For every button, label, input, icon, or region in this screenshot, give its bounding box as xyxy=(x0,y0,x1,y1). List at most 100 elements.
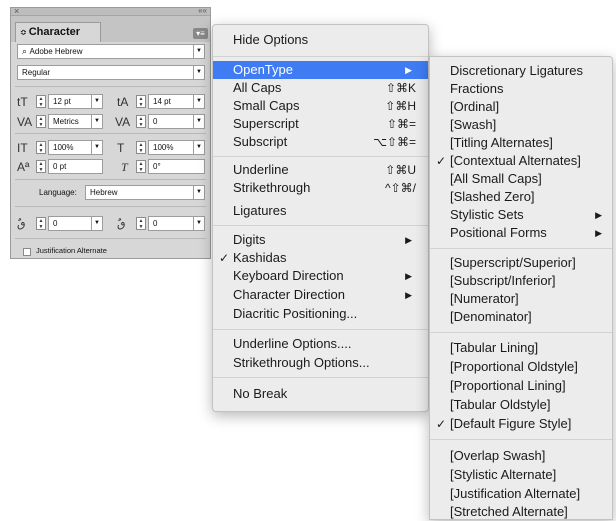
menu-item-kashidas[interactable]: ✓ Kashidas xyxy=(213,249,428,267)
menu-item-stretched-alternate[interactable]: [Stretched Alternate] xyxy=(430,503,612,521)
menu-item-ordinal[interactable]: [Ordinal] xyxy=(430,98,612,116)
menu-item-discretionary-ligatures[interactable]: Discretionary Ligatures xyxy=(430,62,612,80)
submenu-arrow-icon: ▶ xyxy=(405,271,412,281)
font-family-field[interactable]: ⌕ Adobe Hebrew ▼ xyxy=(17,44,205,59)
kerning-field[interactable]: Metrics ▼ xyxy=(48,114,103,129)
kerning-stepper[interactable]: ▲ ▼ xyxy=(36,115,46,128)
menu-item-opentype[interactable]: OpenType ▶ xyxy=(213,61,428,79)
menu-item-superscript[interactable]: Superscript ⇧⌘= xyxy=(213,115,428,133)
menu-item-label: [Subscript/Inferior] xyxy=(450,273,556,288)
chevron-down-icon[interactable]: ▼ xyxy=(91,141,102,154)
chevron-down-icon[interactable]: ▼ xyxy=(91,217,102,230)
leading-field[interactable]: 14 pt ▼ xyxy=(148,94,205,109)
menu-item-tabular-oldstyle[interactable]: [Tabular Oldstyle] xyxy=(430,396,612,414)
menu-item-fractions[interactable]: Fractions xyxy=(430,80,612,98)
chevron-down-icon[interactable]: ▼ xyxy=(193,115,204,128)
tracking-stepper[interactable]: ▲ ▼ xyxy=(136,115,146,128)
menu-item-shortcut: ⇧⌘= xyxy=(386,117,416,131)
leading-icon: tA xyxy=(117,95,129,109)
chevron-down-icon[interactable]: ▼ xyxy=(193,95,204,108)
menu-item-small-caps[interactable]: Small Caps ⇧⌘H xyxy=(213,97,428,115)
menu-item-underline[interactable]: Underline ⇧⌘U xyxy=(213,161,428,179)
close-panel-icon[interactable]: × xyxy=(14,6,19,16)
diacritic-x-field[interactable]: 0 ▼ xyxy=(48,216,103,231)
menu-item-shortcut: ⇧⌘U xyxy=(385,163,416,177)
skew-field[interactable]: 0° xyxy=(148,159,205,174)
menu-item-label: [Proportional Lining] xyxy=(450,378,566,393)
menu-item-overlap-swash[interactable]: [Overlap Swash] xyxy=(430,447,612,465)
menu-item-strikethrough-options[interactable]: Strikethrough Options... xyxy=(213,354,428,372)
menu-item-slashed-zero[interactable]: [Slashed Zero] xyxy=(430,188,612,206)
menu-item-tabular-lining[interactable]: [Tabular Lining] xyxy=(430,339,612,357)
menu-item-titling-alternates[interactable]: [Titling Alternates] xyxy=(430,134,612,152)
menu-item-superscript-superior[interactable]: [Superscript/Superior] xyxy=(430,254,612,272)
chevron-down-icon[interactable]: ▼ xyxy=(193,217,204,230)
chevron-down-icon[interactable]: ▼ xyxy=(193,141,204,154)
chevron-down-icon[interactable]: ▼ xyxy=(91,115,102,128)
vertical-scale-field[interactable]: 100% ▼ xyxy=(48,140,103,155)
diacritic-y-field[interactable]: 0 ▼ xyxy=(148,216,205,231)
menu-item-all-caps[interactable]: All Caps ⇧⌘K xyxy=(213,79,428,97)
submenu-arrow-icon: ▶ xyxy=(405,235,412,245)
chevron-down-icon[interactable]: ▼ xyxy=(91,95,102,108)
menu-item-swash[interactable]: [Swash] xyxy=(430,116,612,134)
horizontal-scale-stepper[interactable]: ▲ ▼ xyxy=(136,141,146,154)
menu-item-diacritic-positioning[interactable]: Diacritic Positioning... xyxy=(213,305,428,323)
skew-value: 0° xyxy=(153,162,161,171)
menu-item-justification-alternate[interactable]: [Justification Alternate] xyxy=(430,485,612,503)
menu-item-label: [Titling Alternates] xyxy=(450,135,553,150)
panel-menu-button[interactable]: ▾≡ xyxy=(193,28,208,39)
menu-item-numerator[interactable]: [Numerator] xyxy=(430,290,612,308)
language-field[interactable]: Hebrew ▼ xyxy=(85,185,205,200)
menu-item-label: [Proportional Oldstyle] xyxy=(450,359,578,374)
menu-item-label: [Stretched Alternate] xyxy=(450,504,568,519)
font-size-stepper[interactable]: ▲ ▼ xyxy=(36,95,46,108)
baseline-shift-stepper[interactable]: ▲ ▼ xyxy=(36,160,46,173)
baseline-shift-field[interactable]: 0 pt xyxy=(48,159,103,174)
menu-item-positional-forms[interactable]: Positional Forms ▶ xyxy=(430,224,612,242)
justification-alternate-checkbox[interactable] xyxy=(23,248,31,256)
menu-item-contextual-alternates[interactable]: ✓ [Contextual Alternates] xyxy=(430,152,612,170)
menu-item-ligatures[interactable]: Ligatures xyxy=(213,202,428,220)
chevron-down-icon[interactable]: ▼ xyxy=(193,45,204,58)
chevron-down-icon[interactable]: ▼ xyxy=(193,186,204,199)
diacritic-y-stepper[interactable]: ▲ ▼ xyxy=(136,217,146,230)
diacritic-x-stepper[interactable]: ▲ ▼ xyxy=(36,217,46,230)
menu-item-strikethrough[interactable]: Strikethrough ^⇧⌘/ xyxy=(213,179,428,197)
menu-item-label: Small Caps xyxy=(233,98,300,113)
collapse-panel-icon[interactable]: «« xyxy=(198,6,207,15)
menu-item-label: [Tabular Oldstyle] xyxy=(450,397,551,412)
menu-item-label: [Contextual Alternates] xyxy=(450,153,581,168)
menu-item-label: [Default Figure Style] xyxy=(450,416,572,431)
font-style-field[interactable]: Regular ▼ xyxy=(17,65,205,80)
search-icon: ⌕ xyxy=(22,46,30,56)
vertical-scale-stepper[interactable]: ▲ ▼ xyxy=(36,141,46,154)
leading-value: 14 pt xyxy=(153,97,171,106)
menu-separator xyxy=(213,56,428,57)
menu-item-all-small-caps[interactable]: [All Small Caps] xyxy=(430,170,612,188)
font-size-field[interactable]: 12 pt ▼ xyxy=(48,94,103,109)
menu-item-proportional-lining[interactable]: [Proportional Lining] xyxy=(430,377,612,395)
menu-item-subscript[interactable]: Subscript ⌥⇧⌘= xyxy=(213,133,428,151)
menu-item-stylistic-sets[interactable]: Stylistic Sets ▶ xyxy=(430,206,612,224)
menu-item-keyboard-direction[interactable]: Keyboard Direction ▶ xyxy=(213,267,428,285)
tab-character[interactable]: ≎ Character xyxy=(15,22,101,42)
menu-item-subscript-inferior[interactable]: [Subscript/Inferior] xyxy=(430,272,612,290)
menu-item-character-direction[interactable]: Character Direction ▶ xyxy=(213,286,428,304)
menu-item-proportional-oldstyle[interactable]: [Proportional Oldstyle] xyxy=(430,358,612,376)
menu-item-label: Strikethrough Options... xyxy=(233,355,370,370)
tracking-field[interactable]: 0 ▼ xyxy=(148,114,205,129)
skew-stepper[interactable]: ▲ ▼ xyxy=(136,160,146,173)
vertical-scale-value: 100% xyxy=(53,143,74,152)
menu-item-digits[interactable]: Digits ▶ xyxy=(213,231,428,249)
menu-item-stylistic-alternate[interactable]: [Stylistic Alternate] xyxy=(430,466,612,484)
diacritic-x-icon: ٯٌ xyxy=(17,218,26,230)
chevron-down-icon[interactable]: ▼ xyxy=(193,66,204,79)
menu-item-underline-options[interactable]: Underline Options.... xyxy=(213,335,428,353)
horizontal-scale-field[interactable]: 100% ▼ xyxy=(148,140,205,155)
menu-item-denominator[interactable]: [Denominator] xyxy=(430,308,612,326)
leading-stepper[interactable]: ▲ ▼ xyxy=(136,95,146,108)
menu-item-hide-options[interactable]: Hide Options xyxy=(213,31,428,49)
menu-item-default-figure-style[interactable]: ✓ [Default Figure Style] xyxy=(430,415,612,433)
menu-item-no-break[interactable]: No Break xyxy=(213,385,428,403)
